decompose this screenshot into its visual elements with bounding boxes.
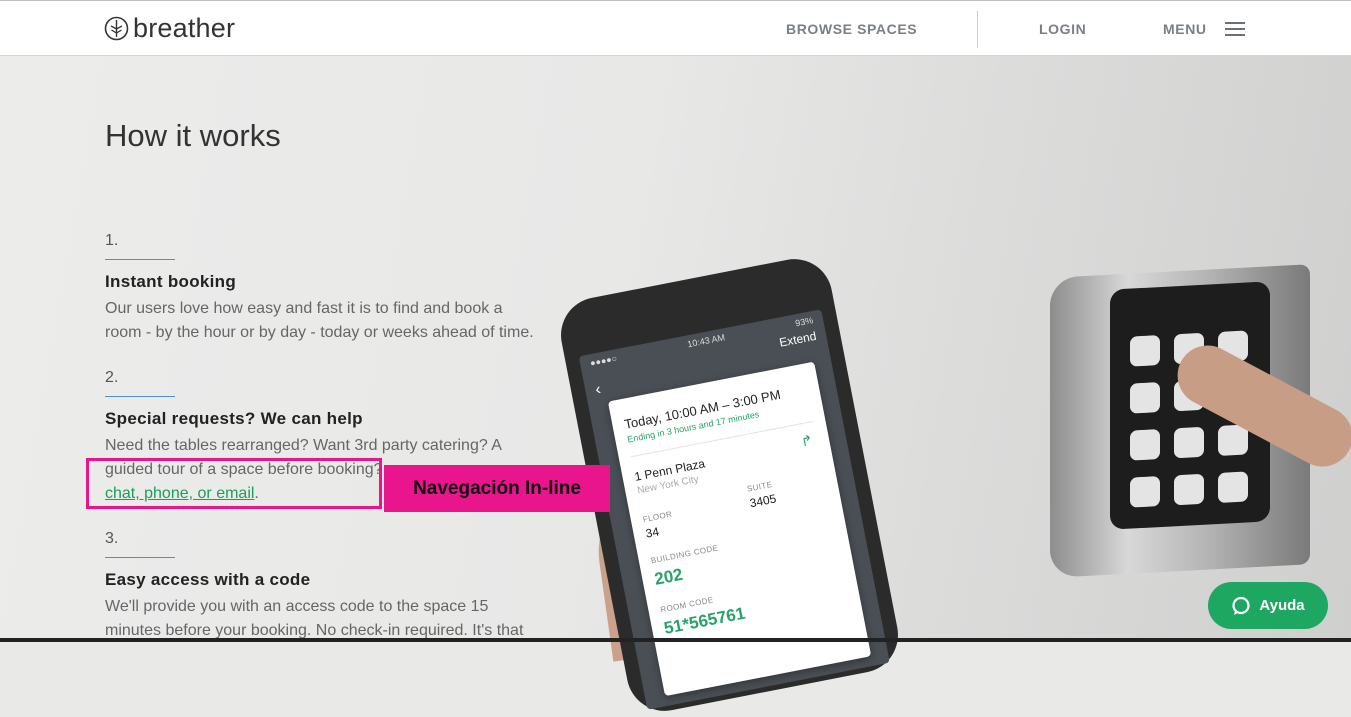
- page-title: How it works: [105, 118, 281, 153]
- annotation-highlight-box: [86, 458, 382, 509]
- building-code-value: 202: [652, 564, 685, 589]
- suite-value: 3405: [748, 491, 778, 511]
- annotation-label: Navegación In-line: [384, 465, 610, 512]
- site-header: breather BROWSE SPACES LOGIN MENU: [0, 0, 1351, 56]
- nav-login[interactable]: LOGIN: [1039, 21, 1086, 37]
- step-3-body: We'll provide you with an access code to…: [105, 598, 524, 639]
- back-arrow-icon: ‹: [593, 380, 603, 399]
- tree-logo-icon: [104, 16, 129, 41]
- nav-browse-spaces[interactable]: BROWSE SPACES: [786, 21, 917, 37]
- step-3-number: 3.: [105, 530, 119, 547]
- floor-label: FLOOR: [642, 509, 673, 525]
- phone-screen: ●●●●○ 10:43 AM 93% ‹ Extend Today, 10:00…: [578, 309, 890, 710]
- floor-value: 34: [644, 524, 661, 541]
- hamburger-menu-icon[interactable]: [1225, 22, 1245, 36]
- help-chat-label: Ayuda: [1259, 597, 1305, 614]
- building-code-label: BUILDING CODE: [650, 543, 719, 566]
- phone-battery: 93%: [794, 315, 814, 329]
- step-2-title: Special requests? We can help: [105, 409, 363, 428]
- chat-bubble-icon: [1232, 596, 1250, 615]
- bottom-edge: [0, 638, 1351, 642]
- signal-icon: ●●●●○: [589, 353, 618, 369]
- logo-text: breather: [133, 13, 236, 43]
- step-3-rule: [105, 557, 175, 558]
- nav-menu[interactable]: MENU: [1163, 21, 1207, 37]
- directions-icon: ↱: [799, 431, 815, 450]
- phone-time: 10:43 AM: [686, 332, 726, 350]
- step-3-title: Easy access with a code: [105, 570, 311, 589]
- step-1-number: 1.: [105, 232, 119, 249]
- step-2-rule: [105, 396, 175, 397]
- booking-card: Today, 10:00 AM – 3:00 PM Ending in 3 ho…: [607, 361, 872, 697]
- step-1-title: Instant booking: [105, 272, 237, 291]
- step-2-number: 2.: [105, 369, 119, 386]
- logo-link[interactable]: breather: [104, 13, 235, 44]
- nav-divider: [977, 11, 978, 48]
- step-1-body: Our users love how easy and fast it is t…: [105, 300, 534, 341]
- step-1-rule: [105, 259, 175, 260]
- help-chat-button[interactable]: Ayuda: [1208, 582, 1328, 629]
